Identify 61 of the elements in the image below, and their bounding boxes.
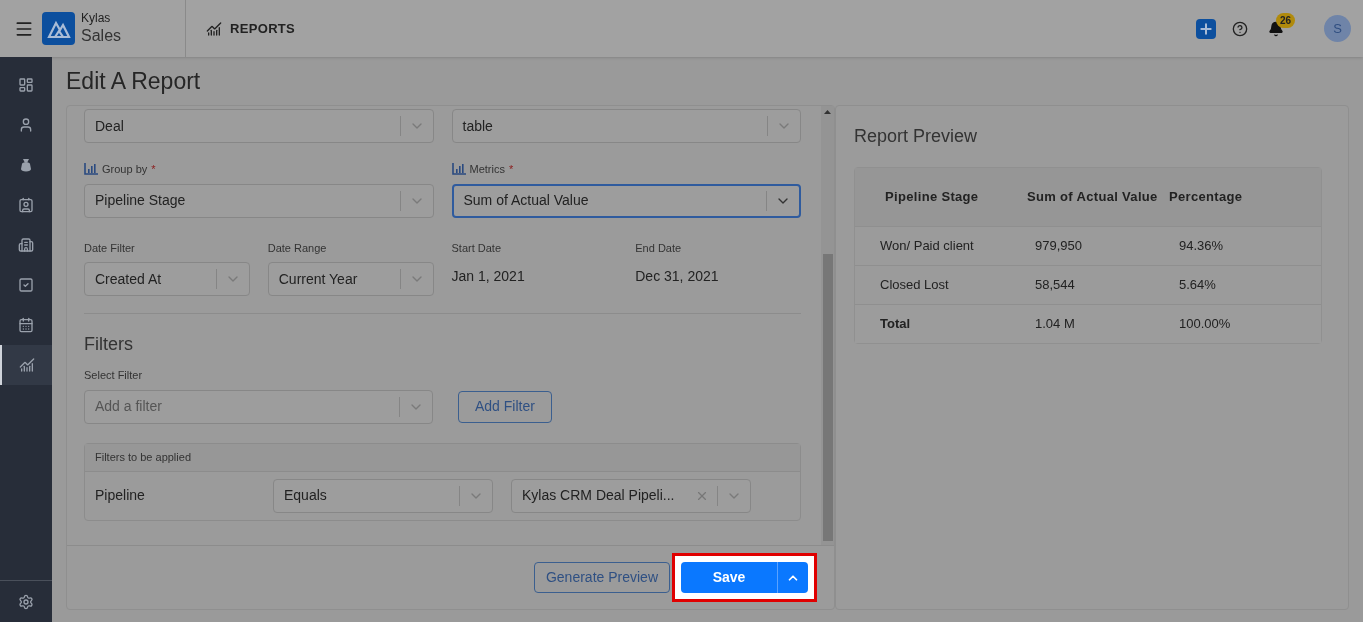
- table-cell-text: 1.04 M: [1035, 315, 1076, 334]
- plus-icon: [1198, 20, 1214, 37]
- chart-icon: [19, 357, 35, 373]
- page-title: Edit A Report: [66, 70, 202, 93]
- notification-count: 26: [1276, 12, 1296, 28]
- save-button[interactable]: Save: [681, 562, 777, 593]
- select-field[interactable]: Deal: [84, 109, 434, 143]
- date-value: Dec 31, 2021: [635, 267, 720, 286]
- select-field[interactable]: table: [451, 109, 801, 143]
- select-field[interactable]: Equals: [273, 478, 493, 513]
- field-label: Select Filter: [84, 368, 143, 383]
- table-cell-text: 100.00%: [1179, 315, 1232, 334]
- panel-heading: Filters to be applied: [95, 449, 191, 465]
- select-field[interactable]: Pipeline Stage: [84, 183, 434, 218]
- column-header: Percentage: [1169, 188, 1244, 207]
- field-label: Group by: [102, 162, 148, 177]
- filter-value-select[interactable]: Kylas CRM Deal Pipeli...: [511, 478, 751, 513]
- column-header: Sum of Actual Value: [1027, 188, 1159, 207]
- table-cell-text: 5.64%: [1179, 276, 1217, 295]
- table-cell-text: Closed Lost: [880, 276, 950, 295]
- calendar-icon: [18, 317, 34, 333]
- table-cell-text: Won/ Paid client: [880, 237, 975, 256]
- field-label: End Date: [635, 240, 682, 256]
- app-name: Sales: [81, 26, 123, 46]
- scroll-up-icon[interactable]: [824, 110, 831, 114]
- scrollbar[interactable]: [821, 106, 834, 545]
- filter-field: Pipeline: [95, 485, 273, 506]
- panel-title: Report Preview: [854, 125, 979, 148]
- field-label: Date Filter: [84, 240, 135, 256]
- person-icon: [18, 117, 34, 133]
- table-cell-text: 94.36%: [1179, 237, 1225, 256]
- bar-chart-icon: [451, 163, 466, 176]
- field-label: Start Date: [451, 240, 502, 256]
- section-title: REPORTS: [230, 19, 296, 38]
- money-bag-icon: [18, 157, 34, 173]
- bar-chart-icon: [84, 163, 98, 176]
- settings-icon[interactable]: [18, 593, 34, 610]
- dashboard-icon: [18, 77, 34, 93]
- contact-card-icon: [18, 197, 34, 213]
- select-field[interactable]: Current Year: [267, 262, 434, 296]
- field-label: Date Range: [267, 240, 327, 256]
- section-heading: Filters: [84, 333, 134, 356]
- required-mark: *: [508, 162, 514, 177]
- field-label: Metrics: [469, 162, 505, 177]
- table-cell-text: 979,950: [1035, 237, 1083, 256]
- required-mark: *: [151, 162, 156, 177]
- column-header: Pipeline Stage: [885, 188, 980, 207]
- table-cell-text: Total: [880, 315, 912, 334]
- help-icon[interactable]: [1232, 20, 1248, 37]
- checkbox-icon: [18, 277, 34, 293]
- table-cell-text: 58,544: [1035, 276, 1076, 295]
- save-options-button[interactable]: [777, 562, 808, 593]
- select-field[interactable]: Sum of Actual Value: [451, 183, 801, 218]
- logo-icon: [42, 12, 75, 45]
- building-icon: [18, 237, 34, 253]
- sidebar-item[interactable]: [0, 345, 52, 385]
- brand-name: Kylas: [81, 11, 112, 26]
- date-value: Jan 1, 2021: [451, 267, 526, 286]
- add-button[interactable]: [1196, 18, 1216, 39]
- select-field[interactable]: Created At: [84, 262, 250, 296]
- chart-icon: [206, 20, 222, 37]
